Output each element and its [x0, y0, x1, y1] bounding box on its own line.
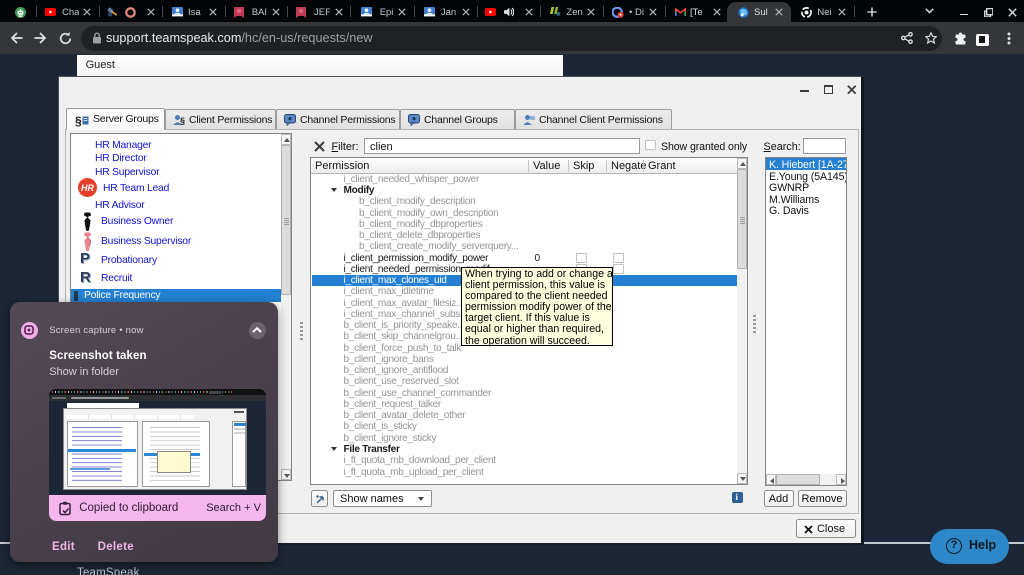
svg-text:§: §: [75, 114, 82, 127]
svg-text:§: §: [180, 116, 185, 126]
